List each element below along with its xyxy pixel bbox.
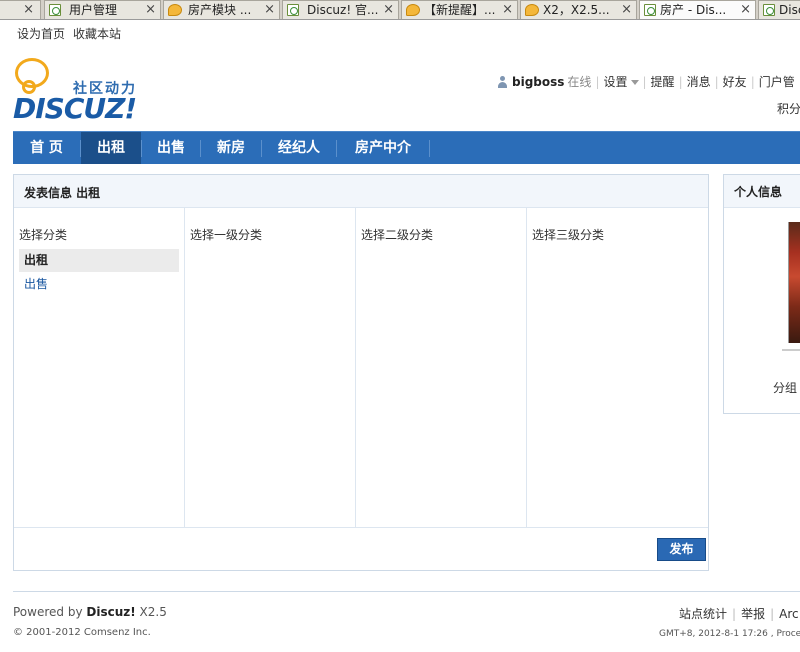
separator: | — [770, 607, 775, 621]
remind-link[interactable]: 提醒 — [651, 75, 675, 89]
main-nav: 首 页 出租 出售 新房 经纪人 房产中介 — [13, 131, 800, 164]
username-link[interactable]: bigboss — [512, 75, 564, 89]
tab-label: 房产模块 ... — [188, 3, 252, 17]
separator: | — [714, 75, 719, 89]
page-icon — [49, 4, 61, 16]
nav-item-new-house[interactable]: 新房 — [201, 132, 261, 164]
set-home-link[interactable]: 设为首页 — [17, 27, 65, 41]
profile-panel: 个人信息 分组 — [723, 174, 800, 414]
archiver-link[interactable]: Arc — [779, 607, 798, 621]
browser-tab-strip: × 用户管理 × 房产模块 ... × Discuz! 官... × 【新提醒】… — [0, 0, 800, 20]
friends-link[interactable]: 好友 — [723, 75, 747, 89]
category-option-sale[interactable]: 出售 — [19, 273, 179, 296]
nav-item-agent[interactable]: 经纪人 — [262, 132, 336, 164]
browser-tab[interactable]: Disc — [758, 0, 800, 19]
powered-prefix: Powered by — [13, 605, 87, 619]
tab-close-icon[interactable]: × — [502, 1, 513, 19]
tab-close-icon[interactable]: × — [383, 1, 394, 19]
powered-by: Powered by Discuz! X2.5 — [13, 605, 167, 619]
browser-tab[interactable]: 用户管理 × — [44, 0, 161, 19]
portal-admin-link[interactable]: 门户管 — [759, 75, 795, 89]
browser-tab-active[interactable]: 房产 - Dis... × — [639, 0, 756, 19]
tab-label: Discuz! 官... — [307, 3, 378, 17]
post-panel-header: 发表信息 出租 — [14, 175, 708, 208]
page-icon — [287, 4, 299, 16]
browser-tab[interactable]: × — [0, 0, 41, 19]
tab-label: 【新提醒】... — [424, 3, 496, 17]
powered-brand-link[interactable]: Discuz! — [86, 605, 135, 619]
post-panel: 发表信息 出租 选择分类 出租 出售 选择一级分类 选择二级分类 选择三级分类 … — [13, 174, 709, 571]
column-title: 选择一级分类 — [190, 228, 263, 242]
tab-label: 房产 - Dis... — [660, 3, 727, 17]
nav-divider — [429, 140, 430, 157]
nav-item-sale[interactable]: 出售 — [142, 132, 200, 164]
copyright: © 2001-2012 Comsenz Inc. — [13, 627, 151, 638]
column-title: 选择分类 — [19, 228, 68, 242]
category-column: 选择二级分类 — [356, 208, 527, 528]
report-link[interactable]: 举报 — [741, 607, 765, 621]
powered-version: X2.5 — [135, 605, 167, 619]
footer-divider — [13, 591, 800, 592]
tab-close-icon[interactable]: × — [621, 1, 632, 19]
browser-tab[interactable]: 房产模块 ... × — [163, 0, 280, 19]
column-title: 选择二级分类 — [361, 228, 434, 242]
profile-panel-header: 个人信息 — [724, 175, 800, 208]
user-bar: bigboss 在线 | 设置 | 提醒 | 消息 | 好友 | 门户管 — [497, 73, 795, 90]
nav-item-rent[interactable]: 出租 — [81, 132, 141, 164]
tab-close-icon[interactable]: × — [145, 1, 156, 19]
site-logo[interactable]: 社区动力 DISCUZ! — [13, 58, 148, 125]
bubble-icon — [525, 4, 539, 16]
browser-tab[interactable]: Discuz! 官... × — [282, 0, 399, 19]
logo-bubble-icon — [15, 58, 49, 94]
tab-close-icon[interactable]: × — [23, 1, 34, 19]
top-links: 设为首页 收藏本站 — [17, 25, 129, 42]
avatar[interactable] — [788, 222, 800, 343]
settings-menu[interactable]: 设置 — [603, 75, 627, 89]
category-column: 选择三级分类 — [527, 208, 708, 528]
post-panel-title: 发表信息 出租 — [24, 186, 101, 200]
tab-label: 用户管理 — [69, 3, 118, 17]
category-column: 选择分类 出租 出售 — [14, 208, 185, 528]
server-time: GMT+8, 2012-8-1 17:26 , Proces — [659, 629, 800, 639]
logo-brand: DISCUZ! — [13, 92, 137, 125]
category-columns: 选择分类 出租 出售 选择一级分类 选择二级分类 选择三级分类 — [14, 208, 708, 528]
tab-label: X2，X2.5... — [543, 3, 610, 17]
nav-item-agency[interactable]: 房产中介 — [337, 132, 429, 164]
category-column: 选择一级分类 — [185, 208, 356, 528]
tab-close-icon[interactable]: × — [740, 1, 751, 19]
publish-button[interactable]: 发布 — [657, 538, 706, 561]
messages-link[interactable]: 消息 — [687, 75, 711, 89]
credits-link[interactable]: 积分 — [777, 100, 800, 117]
online-status: 在线 — [567, 75, 592, 89]
browser-tab[interactable]: X2，X2.5... × — [520, 0, 637, 19]
chevron-down-icon[interactable] — [630, 80, 639, 85]
column-title: 选择三级分类 — [532, 228, 605, 242]
page-icon — [763, 4, 775, 16]
tab-label: Disc — [779, 3, 800, 17]
stats-link[interactable]: 站点统计 — [679, 607, 727, 621]
bookmark-link[interactable]: 收藏本站 — [73, 27, 121, 41]
page-icon — [644, 4, 656, 16]
nav-item-home[interactable]: 首 页 — [13, 132, 80, 164]
browser-tab[interactable]: 【新提醒】... × — [401, 0, 518, 19]
tab-close-icon[interactable]: × — [264, 1, 275, 19]
footer-links: 站点统计 | 举报 | Arc — [679, 605, 799, 622]
divider — [782, 349, 800, 351]
bubble-icon — [406, 4, 420, 16]
group-label: 分组 — [773, 381, 798, 395]
separator: | — [678, 75, 683, 89]
profile-panel-title: 个人信息 — [734, 185, 783, 199]
separator: | — [642, 75, 647, 89]
separator: | — [732, 607, 737, 621]
user-icon — [497, 76, 508, 88]
bubble-icon — [168, 4, 182, 16]
separator: | — [595, 75, 600, 89]
category-option-rent[interactable]: 出租 — [19, 249, 179, 272]
separator: | — [750, 75, 755, 89]
